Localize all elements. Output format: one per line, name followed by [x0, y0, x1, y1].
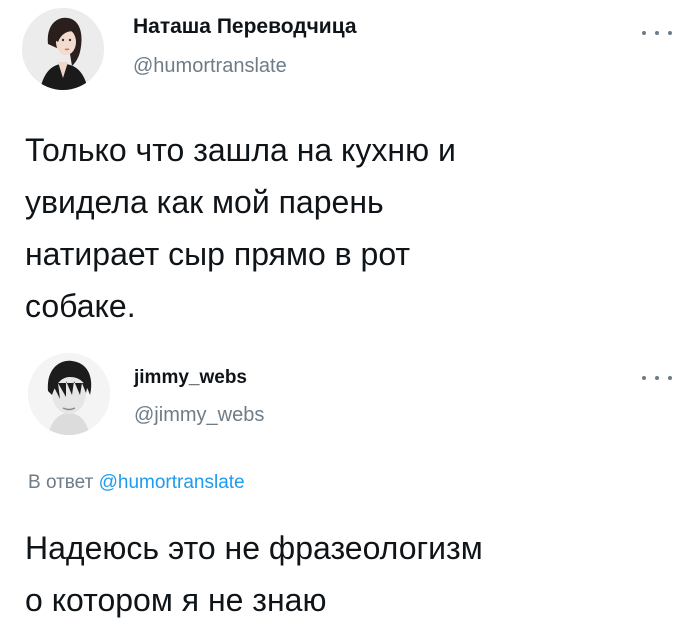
user-handle[interactable]: @humortranslate [133, 55, 287, 78]
display-name[interactable]: Наташа Переводчица [133, 15, 357, 39]
profile-photo-woman-icon [22, 8, 104, 90]
more-options-button[interactable] [642, 369, 672, 387]
avatar[interactable] [22, 8, 104, 90]
more-dot-icon [655, 376, 659, 380]
more-dot-icon [642, 376, 646, 380]
profile-photo-man-icon [28, 353, 110, 435]
more-dot-icon [655, 31, 659, 35]
user-handle[interactable]: @jimmy_webs [134, 404, 264, 427]
tweet-text: Надеюсь это не фразеологизм о котором я … [25, 530, 483, 618]
avatar[interactable] [28, 353, 110, 435]
more-dot-icon [668, 376, 672, 380]
reply-prefix: В ответ [28, 472, 94, 493]
reply-mention-link[interactable]: @humortranslate [99, 472, 245, 493]
reply-context: В ответ @humortranslate [28, 472, 245, 494]
tweet-original: Наташа Переводчица @humortranslate Тольк… [0, 0, 690, 340]
more-dot-icon [642, 31, 646, 35]
tweet-reply: jimmy_webs @jimmy_webs В ответ @humortra… [0, 340, 690, 629]
display-name[interactable]: jimmy_webs [134, 367, 247, 389]
tweet-text: Только что зашла на кухню и увидела как … [25, 132, 456, 324]
more-dot-icon [668, 31, 672, 35]
more-options-button[interactable] [642, 24, 672, 42]
